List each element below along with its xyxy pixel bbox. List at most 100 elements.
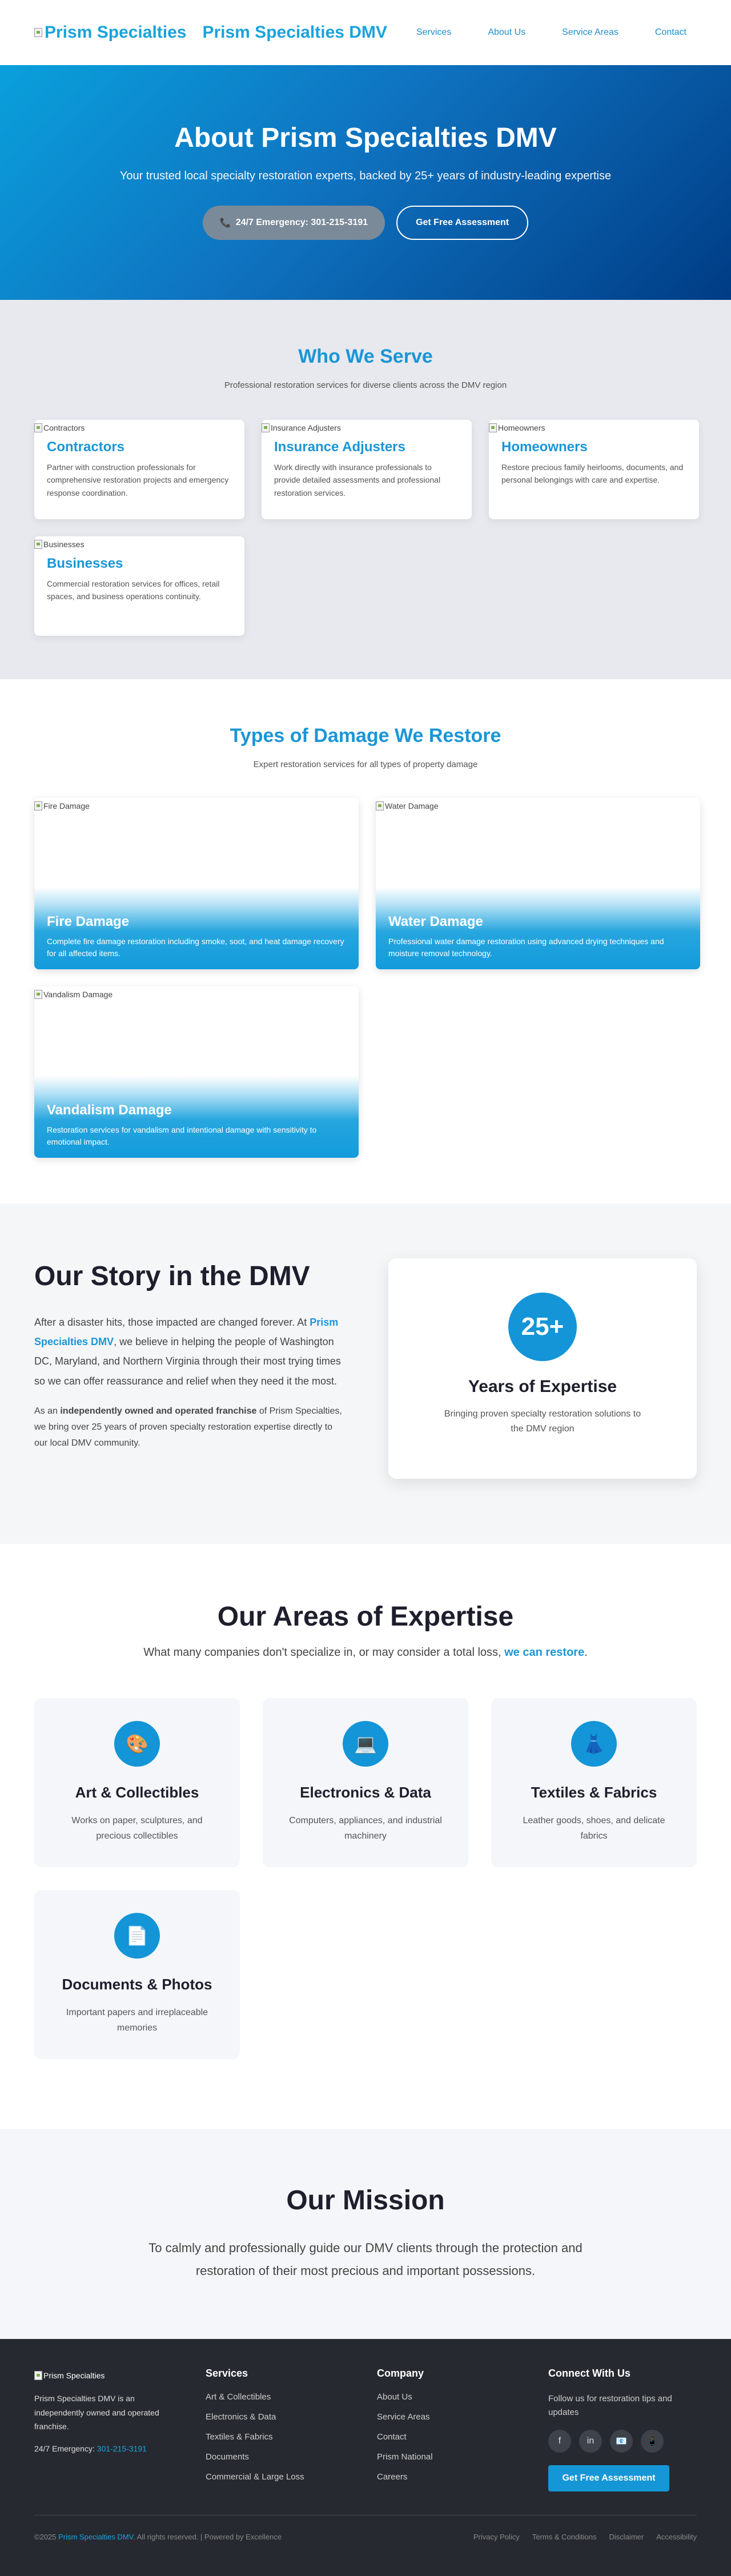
legal-links: Privacy Policy Terms & Conditions Discla… xyxy=(473,2533,697,2541)
terms-link[interactable]: Terms & Conditions xyxy=(532,2533,597,2541)
card-title: Homeowners xyxy=(501,439,588,455)
palette-icon: 🎨 xyxy=(114,1721,160,1767)
email-icon[interactable]: 📧 xyxy=(610,2430,633,2453)
footer-link-commercial[interactable]: Commercial & Large Loss xyxy=(206,2472,377,2482)
footer-link-prism-national[interactable]: Prism National xyxy=(377,2452,548,2462)
story-text: Our Story in the DMV After a disaster hi… xyxy=(34,1261,343,1544)
broken-image-icon xyxy=(34,801,42,810)
card-text: Work directly with insurance professiona… xyxy=(274,463,441,497)
footer-brand: Prism Specialties Prism Specialties DMV … xyxy=(34,2368,206,2492)
linkedin-icon[interactable]: in xyxy=(579,2430,602,2453)
section-title: Types of Damage We Restore xyxy=(230,725,501,747)
expertise-card-art[interactable]: 🎨 Art & Collectibles Works on paper, scu… xyxy=(34,1698,240,1867)
card-image: Insurance Adjusters xyxy=(262,420,472,436)
footer-company: Company About Us Service Areas Contact P… xyxy=(377,2368,548,2492)
broken-image-icon xyxy=(34,990,42,999)
serve-card-insurance-adjusters: Insurance Adjusters Insurance Adjusters … xyxy=(262,420,472,519)
logo-alt-text: Prism Specialties xyxy=(43,2371,105,2380)
section-title: Our Areas of Expertise xyxy=(217,1602,514,1632)
card-text: Partner with construction professionals … xyxy=(47,463,229,497)
footer-logo[interactable]: Prism Specialties xyxy=(34,2368,206,2384)
footer-link-service-areas[interactable]: Service Areas xyxy=(377,2412,548,2422)
footer-link-about[interactable]: About Us xyxy=(377,2392,548,2402)
section-subtitle: Expert restoration services for all type… xyxy=(253,760,478,769)
story-text-part: After a disaster hits, those impacted ar… xyxy=(34,1317,310,1328)
image-alt-text: Businesses xyxy=(43,540,85,549)
section-subtitle: What many companies don't specialize in,… xyxy=(34,1646,697,1659)
mission-section: Our Mission To calmly and professionally… xyxy=(0,2129,731,2339)
image-alt-text: Water Damage xyxy=(385,801,439,810)
card-text: Restoration services for vandalism and i… xyxy=(47,1125,317,1146)
accessibility-link[interactable]: Accessibility xyxy=(656,2533,697,2541)
footer-link-contact[interactable]: Contact xyxy=(377,2432,548,2442)
damage-card-fire[interactable]: Fire Damage Fire Damage Complete fire da… xyxy=(34,798,359,969)
footer-phone: 24/7 Emergency: 301-215-3191 xyxy=(34,2442,183,2456)
footer-link-textiles[interactable]: Textiles & Fabrics xyxy=(206,2432,377,2442)
card-title: Insurance Adjusters xyxy=(274,439,405,455)
disclaimer-link[interactable]: Disclaimer xyxy=(609,2533,644,2541)
phone-icon[interactable]: 📱 xyxy=(641,2430,664,2453)
footer-about: Prism Specialties DMV is an independentl… xyxy=(34,2394,159,2431)
broken-image-icon xyxy=(34,423,42,432)
footer-link-art[interactable]: Art & Collectibles xyxy=(206,2392,377,2402)
logo[interactable]: Prism Specialties Prism Specialties DMV xyxy=(34,23,387,42)
card-title: Documents & Photos xyxy=(62,1976,212,1993)
section-subtitle: Professional restoration services for di… xyxy=(224,380,507,390)
footer-assessment-button[interactable]: Get Free Assessment xyxy=(548,2465,669,2491)
our-story-section: Our Story in the DMV After a disaster hi… xyxy=(0,1203,731,1544)
card-title: Electronics & Data xyxy=(300,1784,431,1801)
broken-image-icon xyxy=(489,423,497,432)
hero-buttons: 📞 24/7 Emergency: 301-215-3191 Get Free … xyxy=(0,206,731,240)
broken-image-icon xyxy=(34,2371,42,2380)
logo-image[interactable]: Prism Specialties xyxy=(34,23,186,42)
emergency-call-button[interactable]: 📞 24/7 Emergency: 301-215-3191 xyxy=(202,206,385,240)
subtitle-text: . xyxy=(584,1646,588,1659)
logo-alt-text: Prism Specialties xyxy=(45,23,187,42)
card-text: Computers, appliances, and industrial ma… xyxy=(289,1816,442,1841)
phone-link[interactable]: 301-215-3191 xyxy=(97,2444,147,2453)
nav-link-service-areas[interactable]: Service Areas xyxy=(562,27,618,38)
dress-icon: 👗 xyxy=(571,1721,617,1767)
damage-card-vandalism[interactable]: Vandalism Damage Vandalism Damage Restor… xyxy=(34,986,359,1158)
footer-link-documents[interactable]: Documents xyxy=(206,2452,377,2462)
expertise-card-electronics[interactable]: 💻 Electronics & Data Computers, applianc… xyxy=(263,1698,468,1867)
who-we-serve-section: Who We Serve Professional restoration se… xyxy=(0,300,731,679)
footer-link-careers[interactable]: Careers xyxy=(377,2472,548,2482)
copyright-text: . All rights reserved. | Powered by Exce… xyxy=(133,2533,282,2541)
site-footer: Prism Specialties Prism Specialties DMV … xyxy=(0,2339,731,2576)
story-paragraph-2: As an independently owned and operated f… xyxy=(34,1403,343,1451)
social-links: f in 📧 📱 xyxy=(548,2430,697,2453)
facebook-icon[interactable]: f xyxy=(548,2430,571,2453)
main-nav: Services About Us Service Areas Contact xyxy=(416,27,686,38)
expertise-card-documents[interactable]: 📄 Documents & Photos Important papers an… xyxy=(34,1890,240,2059)
copyright-brand-link[interactable]: Prism Specialties DMV xyxy=(58,2533,133,2541)
card-title: Contractors xyxy=(47,439,125,455)
footer-services: Services Art & Collectibles Electronics … xyxy=(206,2368,377,2492)
story-title: Our Story in the DMV xyxy=(34,1261,310,1291)
serve-card-contractors: Contractors Contractors Partner with con… xyxy=(34,420,244,519)
card-text: Leather goods, shoes, and delicate fabri… xyxy=(523,1816,665,1841)
nav-link-contact[interactable]: Contact xyxy=(655,27,686,38)
image-alt-text: Insurance Adjusters xyxy=(271,423,341,432)
section-title: Who We Serve xyxy=(298,346,433,367)
footer-connect: Connect With Us Follow us for restoratio… xyxy=(548,2368,697,2492)
emergency-call-label: 24/7 Emergency: 301-215-3191 xyxy=(235,218,368,227)
footer-link-electronics[interactable]: Electronics & Data xyxy=(206,2412,377,2422)
footer-heading: Company xyxy=(377,2368,424,2379)
card-text: Professional water damage restoration us… xyxy=(388,937,664,958)
years-badge: 25+ xyxy=(508,1293,577,1361)
nav-link-services[interactable]: Services xyxy=(416,27,451,38)
story-paragraph-1: After a disaster hits, those impacted ar… xyxy=(34,1313,343,1391)
card-title: Water Damage xyxy=(388,914,483,930)
footer-heading: Connect With Us xyxy=(548,2368,630,2379)
damage-card-water[interactable]: Water Damage Water Damage Professional w… xyxy=(376,798,700,969)
free-assessment-button[interactable]: Get Free Assessment xyxy=(396,206,529,240)
card-text: Commercial restoration services for offi… xyxy=(47,579,220,601)
expertise-card-textiles[interactable]: 👗 Textiles & Fabrics Leather goods, shoe… xyxy=(491,1698,697,1867)
nav-link-about[interactable]: About Us xyxy=(488,27,525,38)
image-alt-text: Fire Damage xyxy=(43,801,90,810)
brand-name[interactable]: Prism Specialties DMV xyxy=(202,23,387,42)
privacy-link[interactable]: Privacy Policy xyxy=(473,2533,520,2541)
hero-section: About Prism Specialties DMV Your trusted… xyxy=(0,65,731,300)
card-image: Water Damage xyxy=(376,798,439,814)
